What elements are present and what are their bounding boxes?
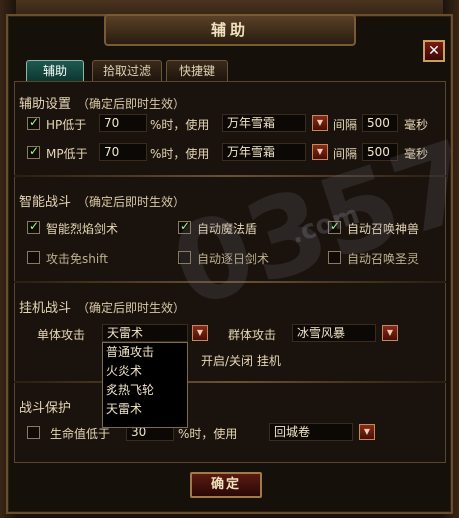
hp-item-select[interactable]: 万年雪霜	[222, 114, 306, 132]
dropdown-option[interactable]: 天雷术	[103, 400, 187, 419]
protect-item-dropdown-arrow-icon[interactable]: ▼	[359, 424, 375, 440]
battle-protect-title: 战斗保护	[19, 401, 72, 416]
smart-flame-sword-checkbox[interactable]	[27, 219, 40, 234]
tab-hotkeys[interactable]: 快捷键	[166, 60, 228, 81]
tab-assist[interactable]: 辅助	[26, 60, 84, 81]
dropdown-option[interactable]: 火炎术	[103, 362, 187, 381]
afk-toggle-label[interactable]: 开启/关闭 挂机	[201, 352, 281, 369]
assist-settings-subtitle: （确定后即时生效）	[77, 97, 186, 111]
group-attack-dropdown-arrow-icon[interactable]: ▼	[382, 325, 398, 341]
mp-label: MP低于	[46, 147, 88, 161]
protect-item-select[interactable]: 回城卷	[269, 423, 353, 441]
dropdown-option[interactable]: 普通攻击	[103, 343, 187, 362]
mp-unit-label: %时，使用	[150, 147, 210, 161]
hp-unit-label: %时，使用	[150, 118, 210, 132]
life-threshold-label: 生命值低于	[50, 427, 111, 441]
life-protect-checkbox[interactable]	[27, 426, 40, 439]
smart-combat-title: 智能战斗 （确定后即时生效）	[19, 191, 185, 210]
section-divider	[14, 381, 446, 383]
tab-pickup-filter[interactable]: 拾取过滤	[92, 60, 162, 81]
hp-interval-input[interactable]: 500	[362, 114, 398, 132]
afk-combat-subtitle: （确定后即时生效）	[77, 301, 186, 315]
afk-combat-title: 挂机战斗 （确定后即时生效）	[19, 297, 185, 316]
hp-label: HP低于	[46, 118, 87, 132]
assist-settings-title-text: 辅助设置	[19, 97, 72, 112]
mp-checkbox[interactable]	[27, 144, 40, 159]
attack-no-shift-label: 攻击免shift	[46, 252, 108, 266]
hp-threshold-input[interactable]: 70	[99, 114, 147, 132]
afk-combat-title-text: 挂机战斗	[19, 301, 72, 316]
dropdown-option[interactable]: 炙热飞轮	[103, 381, 187, 400]
dialog-title: 辅助	[104, 14, 356, 46]
close-button[interactable]: ✕	[423, 40, 445, 62]
single-attack-select[interactable]: 天雷术	[102, 324, 188, 342]
single-attack-dropdown-list: 普通攻击 火炎术 炙热飞轮 天雷术	[102, 342, 188, 428]
mp-threshold-input[interactable]: 70	[99, 143, 147, 161]
attack-no-shift-checkbox[interactable]	[27, 251, 40, 264]
mp-item-select[interactable]: 万年雪霜	[222, 143, 306, 161]
smart-combat-title-text: 智能战斗	[19, 195, 72, 210]
smart-flame-sword-label: 智能烈焰剑术	[46, 222, 119, 236]
group-attack-select[interactable]: 冰雪风暴	[292, 324, 376, 342]
single-attack-label: 单体攻击	[37, 328, 86, 342]
hp-item-dropdown-arrow-icon[interactable]: ▼	[312, 115, 328, 131]
assist-settings-title: 辅助设置 （确定后即时生效）	[19, 93, 185, 112]
hp-checkbox[interactable]	[27, 115, 40, 130]
hp-interval-label: 间隔	[333, 118, 358, 132]
group-attack-label: 群体攻击	[228, 328, 277, 342]
confirm-button[interactable]: 确定	[190, 472, 262, 498]
